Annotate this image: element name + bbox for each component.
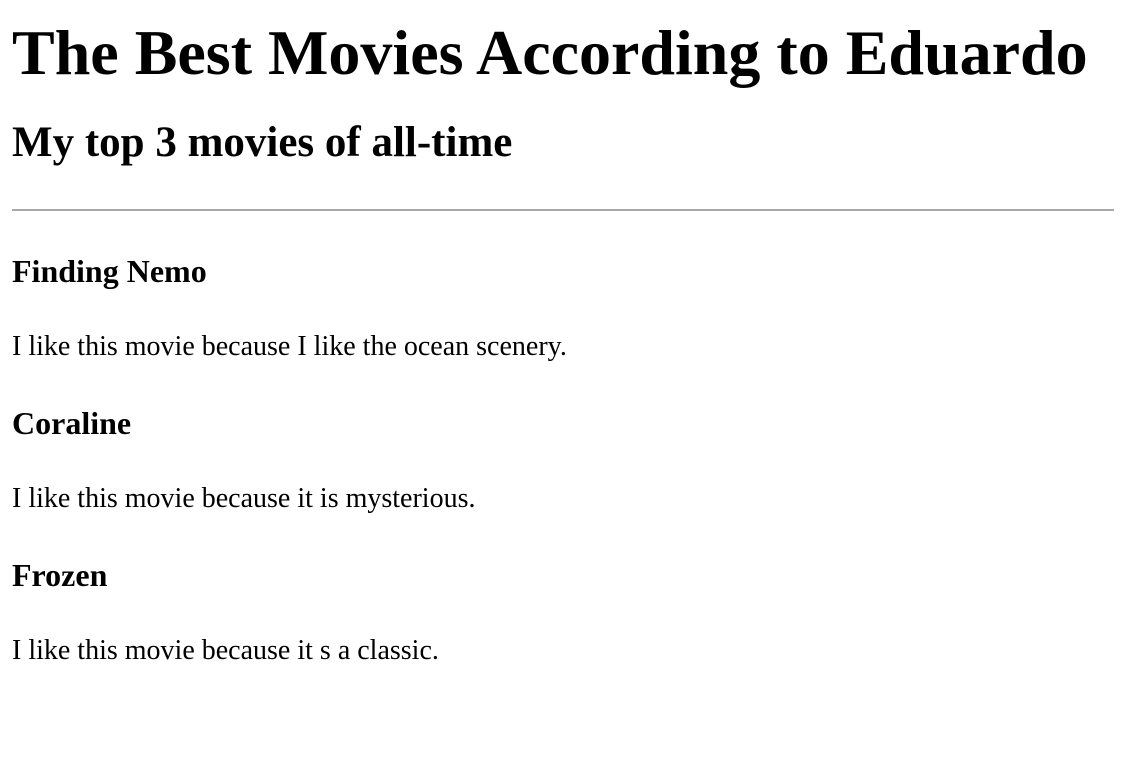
movie-item: Finding Nemo I like this movie because I… [12,251,1114,365]
movie-item: Coraline I like this movie because it is… [12,403,1114,517]
movie-reason: I like this movie because it s a classic… [12,635,439,666]
page-subtitle: My top 3 movies of all-time [12,119,513,166]
movie-reason: I like this movie because it is mysterio… [12,483,476,514]
movie-reason: I like this movie because I like the oce… [12,331,567,362]
movie-item: Frozen I like this movie because it s a … [12,555,1114,669]
page-title: The Best Movies According to Eduardo [12,17,1088,88]
movie-title: Finding Nemo [12,253,207,289]
divider [12,209,1114,211]
movie-list: Finding Nemo I like this movie because I… [12,251,1114,669]
movie-title: Coraline [12,405,132,441]
movie-title: Frozen [12,557,108,593]
